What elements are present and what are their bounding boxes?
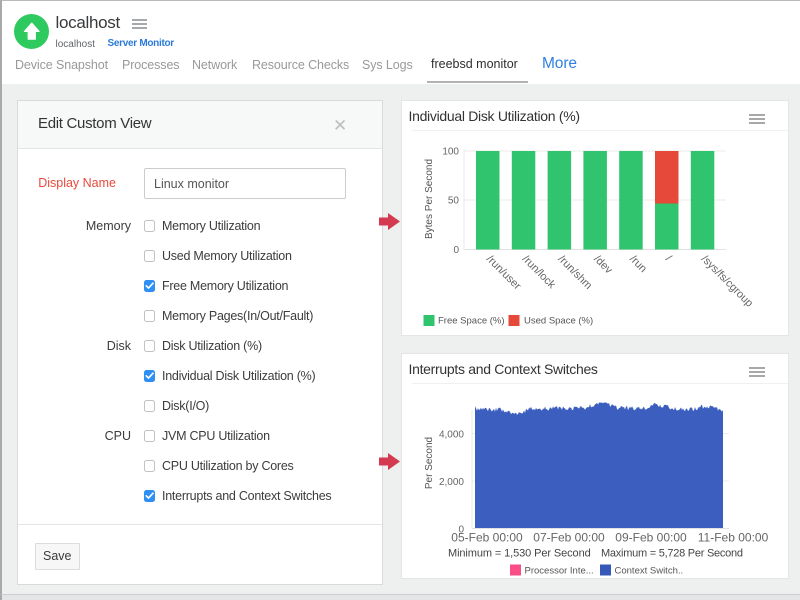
svg-text:/: / (663, 253, 674, 264)
svg-text:/sys/fs/cgroup: /sys/fs/cgroup (699, 253, 755, 309)
svg-text:05-Feb 00:00: 05-Feb 00:00 (451, 531, 523, 545)
svg-text:Used Space (%): Used Space (%) (524, 316, 593, 327)
svg-text:Context Switch..: Context Switch.. (615, 566, 684, 577)
svg-text:50: 50 (448, 196, 460, 207)
svg-text:4,000: 4,000 (439, 430, 464, 441)
svg-text:07-Feb 00:00: 07-Feb 00:00 (533, 531, 605, 545)
svg-text:Bytes Per Second: Bytes Per Second (424, 159, 435, 239)
svg-text:11-Feb 00:00: 11-Feb 00:00 (698, 531, 769, 545)
svg-text:09-Feb 00:00: 09-Feb 00:00 (615, 531, 687, 545)
svg-text:0: 0 (453, 245, 459, 256)
svg-text:/run/user: /run/user (484, 253, 523, 292)
svg-text:Free Space (%): Free Space (%) (438, 316, 505, 327)
svg-text:Processor Inte...: Processor Inte... (525, 566, 594, 577)
svg-text:2,000: 2,000 (439, 477, 464, 488)
svg-text:Maximum = 5,728 Per Second: Maximum = 5,728 Per Second (601, 548, 743, 560)
svg-text:/run: /run (627, 253, 649, 275)
svg-text:/run/shm: /run/shm (555, 253, 594, 292)
svg-text:100: 100 (442, 147, 459, 158)
svg-text:/dev: /dev (591, 253, 615, 277)
svg-text:/run/lock: /run/lock (520, 253, 558, 291)
svg-text:Minimum = 1,530 Per Second: Minimum = 1,530 Per Second (448, 548, 591, 560)
svg-text:Per Second: Per Second (424, 437, 435, 489)
